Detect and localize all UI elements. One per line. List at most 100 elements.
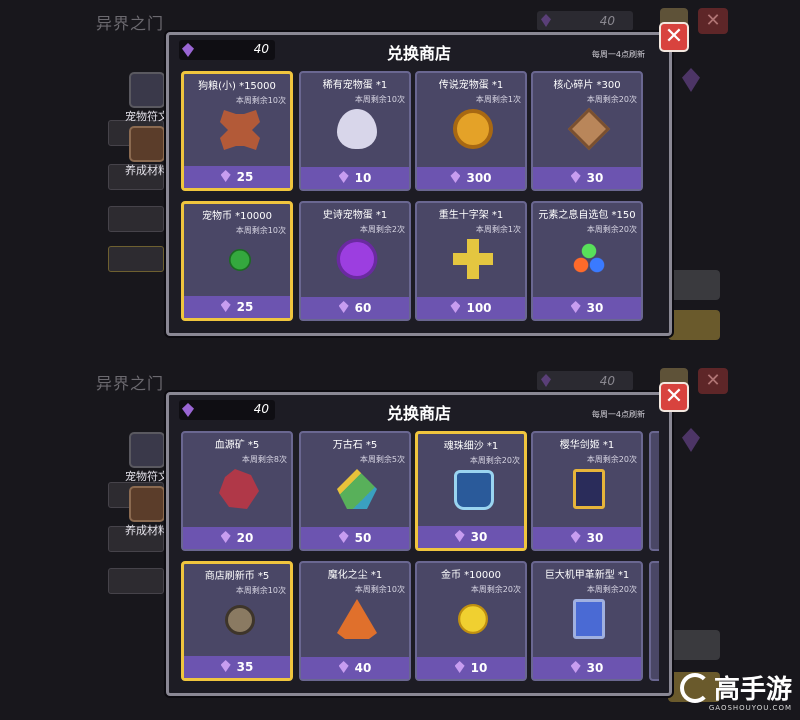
price-button[interactable]: 60	[301, 297, 409, 319]
item-name: 核心碎片 *300	[553, 80, 621, 91]
bg-list-row	[108, 568, 164, 594]
shop-item-card[interactable]: 狗粮(小) *15000 本周剩余10次 25	[181, 71, 293, 191]
price-value: 30	[470, 530, 488, 544]
price-button[interactable]: 10	[301, 167, 409, 189]
item-name: 樱华剑姬 *1	[559, 440, 615, 451]
element-orbs-icon	[569, 239, 609, 279]
weekly-limit: 本周剩余10次	[235, 96, 286, 105]
item-name: 元素之息自选包 *150	[538, 210, 636, 221]
price-button[interactable]: 25	[184, 296, 290, 318]
item-name: 金币 *10000	[441, 570, 501, 581]
logo-icon	[679, 673, 710, 703]
gem-icon	[220, 531, 231, 543]
bg-list-row	[108, 246, 164, 272]
price-button[interactable]: 30	[533, 657, 641, 679]
next-card-peek	[649, 561, 659, 681]
price-value: 30	[586, 661, 604, 675]
mech-card-icon	[573, 599, 605, 639]
shop-item-card[interactable]: 史诗宠物蛋 *1 本周剩余2次 60	[299, 201, 411, 321]
price-button[interactable]: 40	[301, 657, 409, 679]
gem-icon	[338, 171, 349, 183]
gate-title: 异界之门	[96, 374, 165, 393]
price-value: 30	[586, 301, 604, 315]
shop-item-card[interactable]: 魂珠细沙 *1 本周剩余20次 30	[415, 431, 527, 551]
close-button[interactable]: ✕	[659, 22, 689, 52]
item-name: 血源矿 *5	[214, 440, 260, 451]
shop-item-card[interactable]: 重生十字架 *1 本周剩余1次 100	[415, 201, 527, 321]
shop-grid: 狗粮(小) *15000 本周剩余10次 25 稀有宠物蛋 *1 本周剩余10次 10 …	[179, 69, 659, 331]
gem-icon	[541, 374, 551, 387]
shop-item-card[interactable]: 商店刷新币 *5 本周剩余10次 35	[181, 561, 293, 681]
weekly-limit: 本周剩余10次	[354, 95, 405, 104]
price-button[interactable]: 30	[533, 527, 641, 549]
weekly-limit: 本周剩余20次	[586, 455, 637, 464]
price-button[interactable]: 30	[418, 526, 524, 548]
gate-close-button[interactable]: ✕	[698, 8, 728, 34]
item-name: 魂珠细沙 *1	[443, 441, 499, 452]
magic-dust-icon	[337, 599, 377, 639]
gem-icon	[220, 660, 231, 672]
refresh-note: 每周一4点刷新	[591, 50, 645, 59]
price-value: 30	[586, 171, 604, 185]
weekly-limit: 本周剩余8次	[241, 455, 287, 464]
refresh-coin-icon	[225, 605, 255, 635]
book-icon	[129, 126, 165, 162]
price-button[interactable]: 30	[533, 167, 641, 189]
gem-icon	[450, 171, 461, 183]
shop-item-card[interactable]: 金币 *10000 本周剩余20次 10	[415, 561, 527, 681]
white-egg-icon	[337, 109, 377, 149]
price-value: 60	[354, 301, 372, 315]
bg-right-button	[668, 270, 720, 300]
weekly-limit: 本周剩余20次	[470, 585, 521, 594]
price-value: 25	[236, 300, 254, 314]
close-button[interactable]: ✕	[659, 382, 689, 412]
shop-item-card[interactable]: 血源矿 *5 本周剩余8次 20	[181, 431, 293, 551]
price-button[interactable]: 35	[184, 656, 290, 678]
weekly-limit: 本周剩余1次	[475, 95, 521, 104]
item-name: 稀有宠物蛋 *1	[322, 80, 388, 91]
gate-close-button[interactable]: ✕	[698, 368, 728, 394]
shop-item-card[interactable]: 万古石 *5 本周剩余5次 50	[299, 431, 411, 551]
gem-icon	[570, 301, 581, 313]
gem-icon	[454, 530, 465, 542]
shop-item-card[interactable]: 宠物币 *10000 本周剩余10次 25	[181, 201, 293, 321]
exchange-shop-modal: 40 兑换商店 每周一4点刷新 ✕ 狗粮(小) *15000 本周剩余10次 25 …	[166, 22, 689, 336]
gem-icon	[450, 301, 461, 313]
price-value: 25	[236, 170, 254, 184]
screen-panel-1: 异界之门 40 ✕ 宠物符文 养成材料 40 兑换商店 每周一4点刷新 ✕ 狗粮…	[0, 0, 800, 360]
bg-list-row	[108, 206, 164, 232]
price-value: 10	[354, 171, 372, 185]
core-fragment-icon	[567, 107, 611, 151]
book-icon	[129, 486, 165, 522]
shop-item-card[interactable]: 核心碎片 *300 本周剩余20次 30	[531, 71, 643, 191]
gem-icon	[682, 428, 700, 452]
price-value: 50	[354, 531, 372, 545]
price-button[interactable]: 30	[533, 297, 641, 319]
shop-item-card[interactable]: 传说宠物蛋 *1 本周剩余1次 300	[415, 71, 527, 191]
price-value: 30	[586, 531, 604, 545]
watermark-text: 高手游	[713, 675, 792, 705]
gate-currency: 40	[537, 11, 633, 31]
shop-item-card[interactable]: 魔化之尘 *1 本周剩余10次 40	[299, 561, 411, 681]
shop-item-card[interactable]: 稀有宠物蛋 *1 本周剩余10次 10	[299, 71, 411, 191]
price-value: 40	[354, 661, 372, 675]
price-button[interactable]: 10	[417, 657, 525, 679]
shop-item-card[interactable]: 樱华剑姬 *1 本周剩余20次 30	[531, 431, 643, 551]
price-button[interactable]: 300	[417, 167, 525, 189]
price-button[interactable]: 100	[417, 297, 525, 319]
weekly-limit: 本周剩余1次	[475, 225, 521, 234]
shop-item-card[interactable]: 元素之息自选包 *150 本周剩余20次 30	[531, 201, 643, 321]
egg-icon	[129, 72, 165, 108]
weekly-limit: 本周剩余10次	[354, 585, 405, 594]
bg-right-button	[668, 310, 720, 340]
price-button[interactable]: 25	[184, 166, 290, 188]
price-button[interactable]: 50	[301, 527, 409, 549]
gem-icon	[338, 531, 349, 543]
price-value: 300	[466, 171, 492, 185]
shop-item-card[interactable]: 巨大机甲革新型 *1 本周剩余20次 30	[531, 561, 643, 681]
price-value: 35	[236, 660, 254, 674]
gem-icon	[220, 300, 231, 312]
price-button[interactable]: 20	[183, 527, 291, 549]
gem-icon	[570, 531, 581, 543]
weekly-limit: 本周剩余20次	[586, 225, 637, 234]
